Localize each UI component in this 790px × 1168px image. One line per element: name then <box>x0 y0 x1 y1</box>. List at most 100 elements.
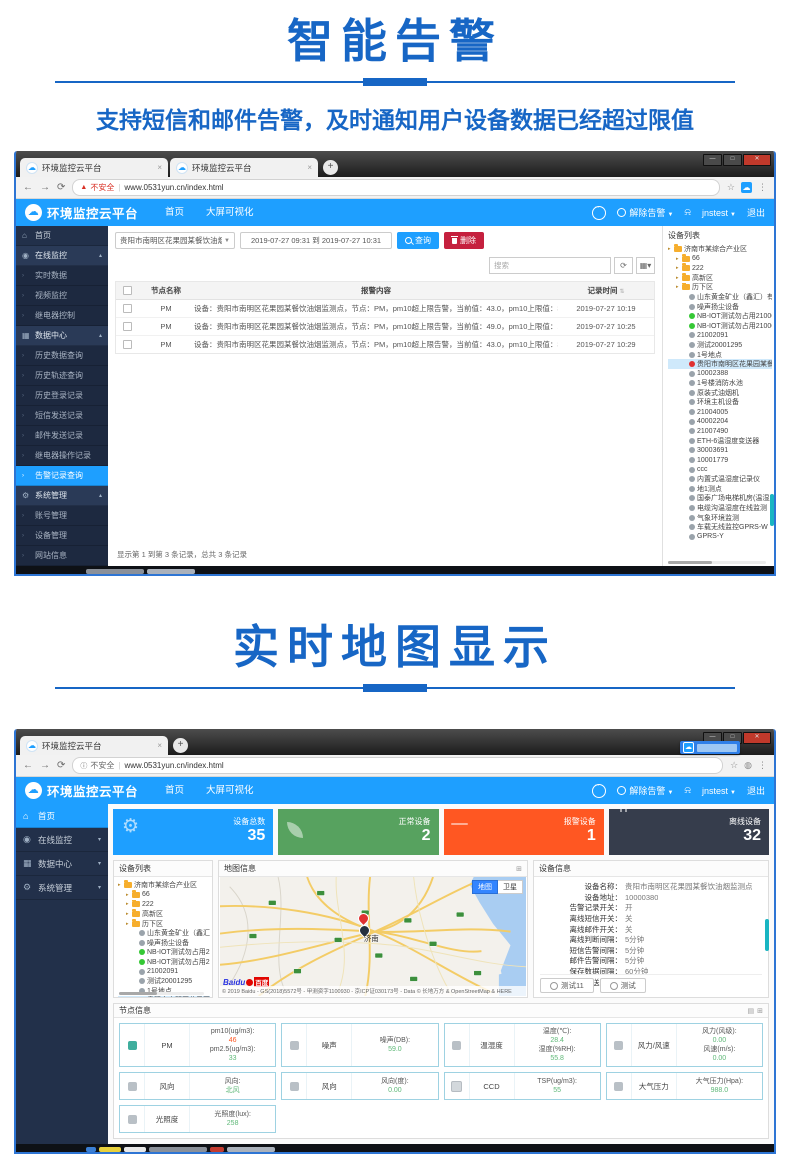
sidebar-item[interactable]: ◉ 在线监控 <box>16 828 108 852</box>
tab-close-icon[interactable]: × <box>157 741 162 750</box>
sensor-card[interactable]: 风力/风速 风力(风级): 0.00 风速(m/s): 0.00 <box>606 1023 763 1067</box>
sidebar-item[interactable]: › 短信发送记录 <box>16 406 108 426</box>
device-tree-item[interactable]: 1号楼消防水池 <box>668 379 772 389</box>
sidebar-item[interactable]: › 继电器控制 <box>16 306 108 326</box>
sidebar-item[interactable]: › 设备管理 <box>16 526 108 546</box>
message-icon[interactable] <box>592 784 606 798</box>
device-tree-item[interactable]: 21002091 <box>668 331 772 341</box>
bookmark-star-icon[interactable]: ☆ <box>730 760 738 771</box>
device-tree-item[interactable]: 贵阳市南明区花果园某餐 <box>668 359 772 369</box>
sidebar-item[interactable]: › 历史轨迹查询 <box>16 366 108 386</box>
device-tree-item[interactable]: 10002388 <box>668 369 772 379</box>
menu-item-home[interactable]: 首页 <box>154 777 195 804</box>
query-button[interactable]: 查询 <box>397 232 439 249</box>
select-all-checkbox[interactable] <box>116 286 138 296</box>
logout-link[interactable]: 退出 <box>747 784 765 797</box>
offline-devices-card[interactable]: 离线设备 32 <box>609 809 769 855</box>
device-total-card[interactable]: ⚙ 设备总数 35 <box>113 809 273 855</box>
device-tree-item[interactable]: 山东黄金矿业（鑫汇） <box>118 928 210 938</box>
sidebar-item[interactable]: › 视频监控 <box>16 286 108 306</box>
col-record-time[interactable]: 记录时间⇅ <box>558 285 654 296</box>
baidu-map[interactable]: 地图 卫星 济南 Baidu 百度 © 2019 Baidu - <box>220 877 526 996</box>
taskbar-item[interactable] <box>124 1147 146 1152</box>
minimize-button[interactable]: — <box>703 154 722 166</box>
device-tree-item[interactable]: 历下区 <box>118 919 210 929</box>
bell-icon[interactable]: ⍾ <box>684 785 691 796</box>
refresh-icon[interactable]: ⟳ <box>57 760 65 771</box>
device-tree-item[interactable]: 66 <box>668 254 772 264</box>
expand-icon[interactable]: ⊞ <box>516 865 522 873</box>
menu-dots-icon[interactable]: ⋮ <box>758 760 767 771</box>
sidebar-item[interactable]: ⌂ 首页 <box>16 804 108 828</box>
col-alarm-content[interactable]: 报警内容 <box>194 285 558 296</box>
table-row[interactable]: PM 设备：贵阳市南明区花果园某餐饮油烟监测点，节点：PM，pm10超上限告警，… <box>116 318 654 336</box>
forward-icon[interactable]: → <box>40 760 50 771</box>
device-tree-item[interactable]: ETH-6温湿度变送器 <box>668 436 772 446</box>
device-tree-item[interactable]: 国泰广场电梯机房(温湿度) <box>668 494 772 504</box>
device-tree-item[interactable]: 测试20001295 <box>668 340 772 350</box>
taskbar-item[interactable] <box>86 569 144 574</box>
row-checkbox[interactable] <box>116 304 138 314</box>
row-checkbox[interactable] <box>116 340 138 350</box>
device-tree-item[interactable]: 30003691 <box>668 446 772 456</box>
sidebar-item[interactable]: › 网站信息 <box>16 546 108 566</box>
sensor-card[interactable]: 噪声 噪声(DB): 59.0 <box>281 1023 438 1067</box>
device-tree-item[interactable]: 环境主机设备 <box>668 398 772 408</box>
close-button[interactable]: ✕ <box>743 154 771 166</box>
device-tree-item[interactable]: 40002204 <box>668 417 772 427</box>
tab-close-icon[interactable]: × <box>157 163 162 172</box>
device-tree-item[interactable]: 地1测点 <box>668 484 772 494</box>
device-tree-item[interactable]: 噪声扬尘设备 <box>118 938 210 948</box>
alarm-dropdown[interactable]: 解除告警▼ <box>617 784 673 797</box>
sidebar-item[interactable]: ▦ 数据中心 <box>16 852 108 876</box>
menu-dots-icon[interactable]: ⋮ <box>758 182 767 193</box>
taskbar-item[interactable] <box>147 569 195 574</box>
delete-button[interactable]: 删除 <box>444 232 484 249</box>
sidebar-item[interactable]: › 告警记录查询 <box>16 466 108 486</box>
sensor-card[interactable]: 风向 风向(度): 0.00 <box>281 1072 438 1100</box>
alarm-dropdown[interactable]: 解除告警▼ <box>617 206 673 219</box>
sidebar-item[interactable]: › 继电器操作记录 <box>16 446 108 466</box>
url-box[interactable]: ▲ 不安全 | www.0531yun.cn/index.html <box>72 179 720 196</box>
device-tree-item[interactable]: 21004005 <box>668 407 772 417</box>
device-tree-item[interactable]: 电缆沟温湿度在线监测 <box>668 503 772 513</box>
forward-icon[interactable]: → <box>40 182 50 193</box>
columns-button[interactable]: ▦▾ <box>636 257 655 274</box>
device-tree-item[interactable]: 高新区 <box>118 909 210 919</box>
device-tree-item[interactable]: NB-IOT测试勿占用21 <box>118 957 210 967</box>
bell-icon[interactable]: ⍾ <box>684 207 691 218</box>
col-node-name[interactable]: 节点名称 <box>138 285 194 296</box>
menu-item-home[interactable]: 首页 <box>154 199 195 226</box>
device-tree-item[interactable]: 222 <box>668 263 772 273</box>
device-tree-item[interactable]: 21007490 <box>668 426 772 436</box>
sidebar-item[interactable]: › 账号管理 <box>16 506 108 526</box>
device-tree-item[interactable]: 内置式温湿度记录仪 <box>668 474 772 484</box>
horizontal-scrollbar[interactable] <box>119 992 204 995</box>
sidebar-item[interactable]: ⚙ 系统管理 <box>16 486 108 506</box>
device-tree-item[interactable]: 21002091 <box>118 967 210 977</box>
taskbar-item[interactable] <box>149 1147 207 1152</box>
sensor-card[interactable]: PM pm10(ug/m3): 46 pm2.5(ug/m3): 33 <box>119 1023 276 1067</box>
row-checkbox[interactable] <box>116 322 138 332</box>
message-icon[interactable] <box>592 206 606 220</box>
maximize-button[interactable]: □ <box>723 154 742 166</box>
device-tree-item[interactable]: NB-IOT测试勿占用2100C <box>668 321 772 331</box>
sidebar-item[interactable]: › 邮件发送记录 <box>16 426 108 446</box>
table-row[interactable]: PM 设备：贵阳市南明区花果园某餐饮油烟监测点，节点：PM，pm10超上限告警，… <box>116 336 654 353</box>
device-tree-item[interactable]: 历下区 <box>668 283 772 293</box>
device-select[interactable]: 贵阳市南明区花果园某餐饮油烟 ▼ <box>115 232 235 249</box>
test-button[interactable]: 测试 <box>600 978 646 993</box>
alarm-devices-card[interactable]: 报警设备 1 <box>444 809 604 855</box>
refresh-table-button[interactable]: ⟳ <box>614 257 633 274</box>
normal-devices-card[interactable]: 正常设备 2 <box>278 809 438 855</box>
sidebar-item[interactable]: › 历史数据查询 <box>16 346 108 366</box>
taskbar-item[interactable] <box>227 1147 275 1152</box>
logout-link[interactable]: 退出 <box>747 206 765 219</box>
sensor-card[interactable]: 光照度 光照度(lux): 258 <box>119 1105 276 1133</box>
grid-view-icon[interactable]: ▤ <box>748 1007 755 1015</box>
new-tab-button[interactable]: + <box>173 738 188 753</box>
sensor-card[interactable]: 大气压力 大气压力(Hpa): 988.0 <box>606 1072 763 1100</box>
extension-icon[interactable]: ☁ <box>741 182 752 193</box>
device-tree-item[interactable]: 高新区 <box>668 273 772 283</box>
vertical-scrollbar-thumb[interactable] <box>765 919 769 951</box>
